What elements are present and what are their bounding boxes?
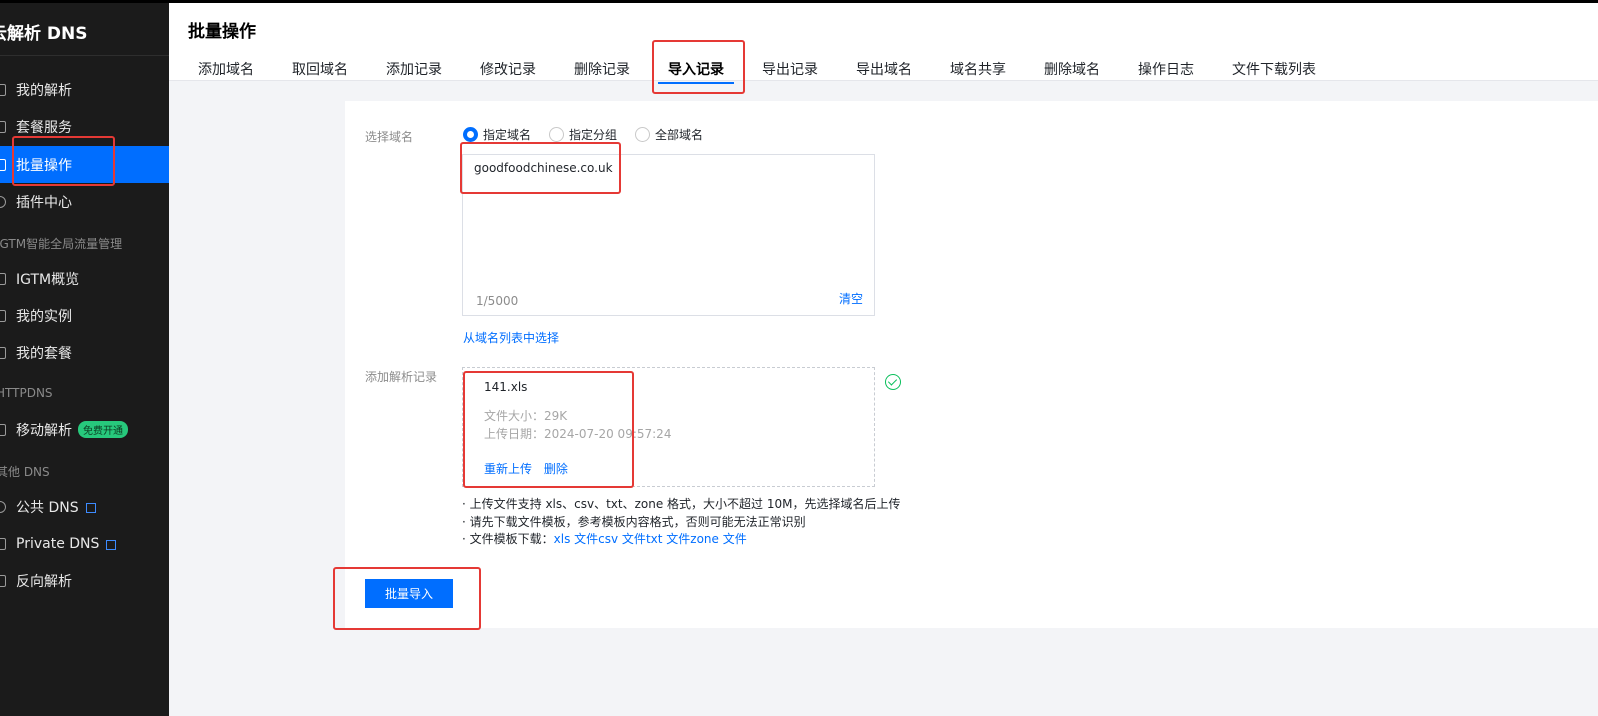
select-from-domain-list-link[interactable]: 从域名列表中选择 bbox=[463, 329, 559, 346]
radio-label: 全部域名 bbox=[655, 128, 704, 142]
sidebar-item-label: 我的套餐 bbox=[16, 345, 72, 362]
tab-delete-record[interactable]: 删除记录 bbox=[574, 59, 668, 79]
tip-prefix: · 文件模板下载： bbox=[462, 532, 554, 546]
page-header: 批量操作 添加域名 取回域名 添加记录 修改记录 删除记录 导入记录 导出记录 … bbox=[169, 0, 1598, 84]
domain-value: goodfoodchinese.co.uk bbox=[474, 161, 613, 175]
document-icon bbox=[0, 83, 6, 96]
check-circle-icon bbox=[885, 374, 901, 390]
group-title-other: 其他 DNS bbox=[0, 465, 50, 479]
tip-line: · 请先下载文件模板，参考模板内容格式，否则可能无法正常识别 bbox=[462, 514, 806, 529]
delete-file-button[interactable]: 删除 bbox=[544, 462, 568, 476]
radio-specified-group[interactable]: 指定分组 bbox=[549, 126, 617, 143]
radio-label: 指定域名 bbox=[483, 128, 532, 142]
file-size: 文件大小：29K bbox=[484, 409, 568, 423]
tip-line-templates: · 文件模板下载：xls 文件csv 文件txt 文件zone 文件 bbox=[462, 531, 900, 549]
records-field-label: 添加解析记录 bbox=[365, 370, 438, 384]
brand-divider bbox=[0, 55, 169, 56]
page-title: 批量操作 bbox=[188, 22, 256, 42]
globe-icon bbox=[0, 500, 6, 513]
group-title-httpdns: HTTPDNS bbox=[0, 386, 53, 400]
tab-retrieve-domain[interactable]: 取回域名 bbox=[292, 59, 386, 79]
upload-tips: · 上传文件支持 xls、csv、txt、zone 格式，大小不超过 10M，先… bbox=[462, 496, 900, 549]
radio-unchecked-icon bbox=[549, 127, 565, 142]
file-upload-area[interactable]: 141.xls 文件大小：29K 上传日期：2024-07-20 09:57:2… bbox=[462, 367, 875, 487]
sidebar: 云解析 DNS 我的解析 套餐服务 批量操作 插件中心 IGTM智能全局流量管理… bbox=[0, 0, 169, 716]
tab-modify-record[interactable]: 修改记录 bbox=[480, 59, 574, 79]
tab-export-domain[interactable]: 导出域名 bbox=[856, 59, 950, 79]
sidebar-item-package[interactable]: 套餐服务 bbox=[0, 108, 169, 145]
template-txt-link[interactable]: txt 文件 bbox=[646, 532, 690, 546]
instance-icon bbox=[0, 309, 6, 322]
sidebar-item-reverse-resolution[interactable]: 反向解析 bbox=[0, 562, 169, 599]
sidebar-item-row: Private DNS bbox=[16, 535, 117, 552]
group-title-igtm: IGTM智能全局流量管理 bbox=[0, 237, 123, 251]
external-link-icon bbox=[85, 502, 96, 513]
tab-export-record[interactable]: 导出记录 bbox=[762, 59, 856, 79]
sidebar-item-row: 移动解析 免费开通 bbox=[16, 420, 128, 440]
domain-count: 1/5000 bbox=[476, 294, 519, 308]
reverse-icon bbox=[0, 574, 6, 587]
package-icon bbox=[0, 120, 6, 133]
free-badge: 免费开通 bbox=[78, 421, 128, 438]
radio-all-domains[interactable]: 全部域名 bbox=[635, 126, 703, 143]
external-link-icon bbox=[106, 539, 117, 550]
file-actions: 重新上传 删除 bbox=[484, 460, 576, 477]
sidebar-item-my-packages[interactable]: 我的套餐 bbox=[0, 334, 169, 371]
tab-operation-log[interactable]: 操作日志 bbox=[1138, 59, 1232, 79]
template-xls-link[interactable]: xls 文件 bbox=[554, 532, 599, 546]
tab-add-record[interactable]: 添加记录 bbox=[386, 59, 480, 79]
sidebar-item-mobile-resolution[interactable]: 移动解析 免费开通 bbox=[0, 411, 169, 448]
sidebar-item-row: 公共 DNS bbox=[16, 497, 96, 517]
upload-date: 上传日期：2024-07-20 09:57:24 bbox=[484, 427, 672, 441]
domain-scope-radio-group: 指定域名 指定分组 全部域名 bbox=[463, 126, 721, 143]
radio-checked-icon bbox=[463, 127, 478, 142]
sidebar-item-igtm-overview[interactable]: IGTM概览 bbox=[0, 260, 169, 297]
sidebar-item-label: 批量操作 bbox=[16, 157, 72, 174]
sidebar-item-label: 移动解析 bbox=[16, 422, 72, 439]
brand-title: 云解析 DNS bbox=[0, 24, 88, 44]
template-csv-link[interactable]: csv 文件 bbox=[598, 532, 646, 546]
mobile-icon bbox=[0, 423, 6, 436]
tab-domain-share[interactable]: 域名共享 bbox=[950, 59, 1044, 79]
sidebar-item-label: 插件中心 bbox=[16, 194, 72, 211]
sidebar-item-private-dns[interactable]: Private DNS bbox=[0, 525, 169, 562]
sidebar-item-label: 我的实例 bbox=[16, 308, 72, 325]
sidebar-item-label: 公共 DNS bbox=[16, 499, 79, 516]
radio-label: 指定分组 bbox=[569, 128, 618, 142]
tip-line: · 上传文件支持 xls、csv、txt、zone 格式，大小不超过 10M，先… bbox=[462, 497, 901, 511]
domain-field-label: 选择域名 bbox=[365, 130, 414, 144]
clear-button[interactable]: 清空 bbox=[839, 290, 863, 307]
import-form-panel: 选择域名 指定域名 指定分组 全部域名 goodfoodchinese.co.u… bbox=[345, 101, 1598, 628]
sidebar-item-label: IGTM概览 bbox=[16, 271, 80, 288]
tab-import-record[interactable]: 导入记录 bbox=[658, 59, 762, 84]
lock-icon bbox=[0, 537, 6, 550]
sidebar-item-label: 我的解析 bbox=[16, 82, 72, 99]
sidebar-item-batch[interactable]: 批量操作 bbox=[0, 146, 169, 183]
uploaded-file-name: 141.xls bbox=[484, 380, 528, 394]
grid-icon bbox=[0, 272, 6, 285]
tab-delete-domain[interactable]: 删除域名 bbox=[1044, 59, 1138, 79]
batch-import-button[interactable]: 批量导入 bbox=[365, 579, 453, 608]
radio-specified-domain[interactable]: 指定域名 bbox=[463, 126, 531, 143]
sidebar-item-label: 套餐服务 bbox=[16, 119, 72, 136]
reupload-button[interactable]: 重新上传 bbox=[484, 462, 532, 476]
sidebar-item-my-resolution[interactable]: 我的解析 bbox=[0, 71, 169, 108]
batch-icon bbox=[0, 158, 6, 171]
template-zone-link[interactable]: zone 文件 bbox=[690, 532, 746, 546]
sidebar-item-plugins[interactable]: 插件中心 bbox=[0, 183, 169, 220]
sidebar-item-label: Private DNS bbox=[16, 535, 100, 552]
sidebar-item-label: 反向解析 bbox=[16, 573, 72, 590]
plugin-icon bbox=[0, 195, 6, 208]
tab-add-domain[interactable]: 添加域名 bbox=[198, 59, 292, 79]
tab-bar: 添加域名 取回域名 添加记录 修改记录 删除记录 导入记录 导出记录 导出域名 … bbox=[198, 59, 1326, 84]
domain-textarea[interactable]: goodfoodchinese.co.uk 1/5000 清空 bbox=[462, 154, 875, 316]
tab-download-list[interactable]: 文件下载列表 bbox=[1232, 59, 1326, 79]
radio-unchecked-icon bbox=[635, 127, 651, 142]
grid-icon bbox=[0, 346, 6, 359]
sidebar-item-my-instances[interactable]: 我的实例 bbox=[0, 297, 169, 334]
sidebar-item-public-dns[interactable]: 公共 DNS bbox=[0, 488, 169, 525]
